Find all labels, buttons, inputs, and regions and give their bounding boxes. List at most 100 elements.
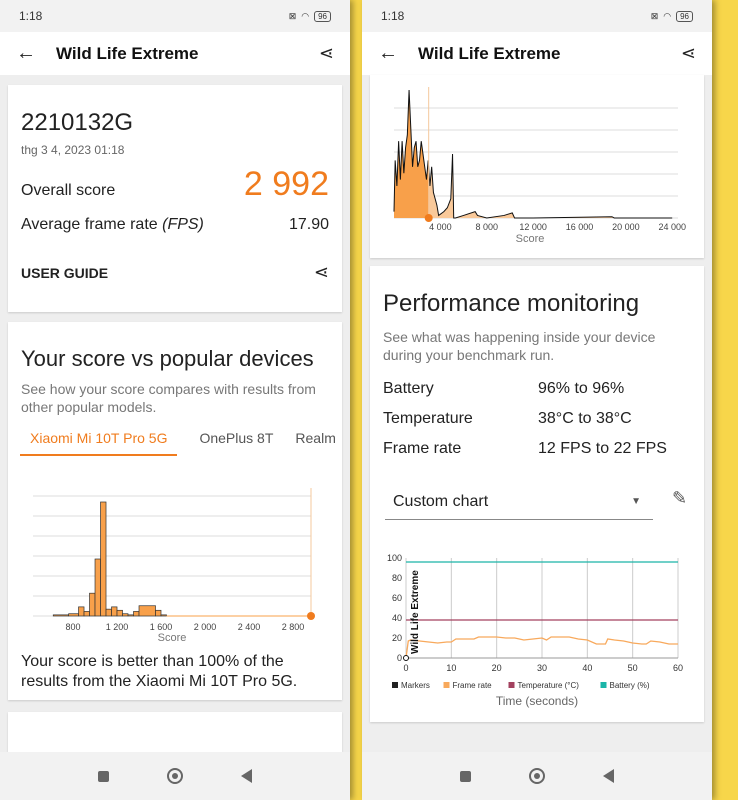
tab-realme[interactable]: Realm	[295, 430, 335, 456]
x-axis-label: Score	[158, 632, 187, 642]
page-title: Wild Life Extreme	[418, 43, 561, 63]
overall-score-label: Overall score	[21, 182, 116, 199]
compare-description: See how your score compares with results…	[21, 381, 316, 415]
x-tick-label: 800	[66, 622, 81, 632]
x-tick-label: 24 000	[658, 222, 686, 232]
share-icon[interactable]: ⋖	[314, 262, 329, 283]
battery-label: Battery	[383, 380, 434, 397]
x-axis-label: Score	[516, 233, 545, 245]
histogram-bar	[127, 614, 134, 617]
temperature-value: 38°C to 38°C	[538, 410, 632, 427]
x-tick-label: 60	[673, 663, 683, 673]
status-bar: 1:18 ⊠ ◠ 96	[362, 0, 712, 32]
x-tick-label: 30	[537, 663, 547, 673]
your-score-marker	[424, 214, 433, 222]
x-tick-label: 1 600	[150, 622, 173, 632]
compare-summary: Your score is better than 100% of the re…	[21, 653, 298, 690]
legend-swatch	[443, 682, 450, 688]
compare-histogram: 800 1 200 1 600 2 000 2 400 2 800 Score	[33, 488, 315, 642]
app-bar: ← Wild Life Extreme ⋖	[0, 32, 350, 75]
histogram-bar	[105, 608, 112, 617]
nav-bar	[0, 752, 350, 800]
share-icon[interactable]: ⋖	[681, 43, 696, 64]
tab-oneplus[interactable]: OnePlus 8T	[199, 430, 273, 456]
battery-icon: 96	[314, 10, 331, 22]
home-button[interactable]	[167, 768, 183, 784]
histogram-bar	[138, 605, 156, 617]
next-card	[8, 712, 342, 752]
status-bar: 1:18 ⊠ ◠ 96	[0, 0, 350, 32]
result-card: 2210132G thg 3 4, 2023 01:18 Overall sco…	[8, 85, 342, 312]
y-tick-label: 0	[397, 653, 402, 663]
x-tick-label: 8 000	[475, 222, 498, 232]
x-tick-label: 2 400	[238, 622, 261, 632]
result-date: thg 3 4, 2023 01:18	[21, 143, 125, 157]
device-name: 2210132G	[21, 109, 134, 136]
marker-point	[403, 655, 409, 661]
tab-xiaomi[interactable]: Xiaomi Mi 10T Pro 5G	[20, 430, 178, 456]
histogram-bar	[122, 613, 129, 617]
app-bar: ← Wild Life Extreme ⋖	[362, 32, 712, 75]
x-tick-label: 4 000	[429, 222, 452, 232]
chart-type-dropdown[interactable]: Custom chart ▼	[385, 484, 653, 520]
device-tabs: Xiaomi Mi 10T Pro 5G OnePlus 8T Realm	[8, 416, 342, 456]
fps-unit: (FPS)	[162, 216, 204, 233]
share-icon[interactable]: ⋖	[319, 43, 334, 64]
global-histogram: 4 000 8 000 12 000 16 000 20 000 24 000 Score	[393, 87, 686, 245]
legend-label: Frame rate	[453, 681, 493, 690]
x-tick-label: 1 200	[106, 622, 129, 632]
compare-card: Your score vs popular devices See how yo…	[8, 322, 342, 700]
status-time: 1:18	[381, 9, 405, 23]
x-tick-label: 0	[403, 663, 408, 673]
wifi-icon: ◠	[663, 10, 672, 21]
back-arrow-icon[interactable]: ←	[16, 42, 56, 65]
nav-bar	[362, 752, 712, 800]
x-tick-label: 20	[492, 663, 502, 673]
fps-value: 17.90	[288, 216, 329, 233]
back-button[interactable]	[241, 769, 252, 783]
histogram-bar	[89, 592, 96, 617]
back-arrow-icon[interactable]: ←	[378, 42, 418, 65]
phone-right: 1:18 ⊠ ◠ 96 ← Wild Life Extreme ⋖ 4 000 8 0…	[362, 0, 712, 800]
x-tick-label: 40	[582, 663, 592, 673]
performance-chart: 0 10 20 30 40 50 60 0 20 40 60 80 100 Wild Life Extre…	[387, 553, 683, 708]
home-button[interactable]	[529, 768, 545, 784]
battery-icon: 96	[676, 10, 693, 22]
status-time: 1:18	[19, 9, 43, 23]
histogram-bar	[160, 614, 167, 617]
user-guide-button[interactable]: USER GUIDE	[21, 265, 108, 281]
overall-score-value: 2 992	[243, 165, 329, 203]
battery-value: 96% to 96%	[538, 380, 625, 397]
histogram-bar	[155, 609, 162, 617]
histogram-bar	[133, 611, 140, 617]
sim-icon: ⊠	[288, 10, 297, 21]
x-tick-label: 50	[628, 663, 638, 673]
x-tick-label: 2 800	[282, 622, 305, 632]
legend-label: Markers	[401, 681, 430, 690]
y-tick-label: 80	[392, 573, 402, 583]
fps-label: Average frame rate	[21, 216, 163, 233]
histogram-bar	[83, 611, 90, 617]
frame-rate-label: Frame rate	[383, 440, 462, 457]
your-score-marker	[307, 612, 315, 620]
y-tick-label: 60	[392, 593, 402, 603]
histogram-bar	[68, 613, 79, 617]
recents-button[interactable]	[98, 770, 109, 782]
global-histogram-card: 4 000 8 000 12 000 16 000 20 000 24 000 Score	[370, 75, 704, 258]
performance-card: Performance monitoring See what was happ…	[370, 266, 704, 722]
legend-label: Temperature (°C)	[518, 681, 580, 690]
y-tick-label: 100	[387, 553, 402, 563]
histogram-bar	[78, 606, 85, 617]
wifi-icon: ◠	[301, 10, 310, 21]
x-axis-label: Time (seconds)	[496, 694, 578, 708]
x-tick-label: 12 000	[519, 222, 547, 232]
x-tick-label: 20 000	[612, 222, 640, 232]
back-button[interactable]	[603, 769, 614, 783]
performance-stats: Battery 96% to 96% Temperature 38°C to 38°…	[370, 364, 704, 464]
recents-button[interactable]	[460, 770, 471, 782]
edit-pencil-icon[interactable]: ✎	[672, 488, 687, 509]
frame-rate-value: 12 FPS to 22 FPS	[538, 440, 667, 457]
sim-icon: ⊠	[650, 10, 659, 21]
temperature-label: Temperature	[383, 410, 473, 427]
x-tick-label: 2 000	[194, 622, 217, 632]
